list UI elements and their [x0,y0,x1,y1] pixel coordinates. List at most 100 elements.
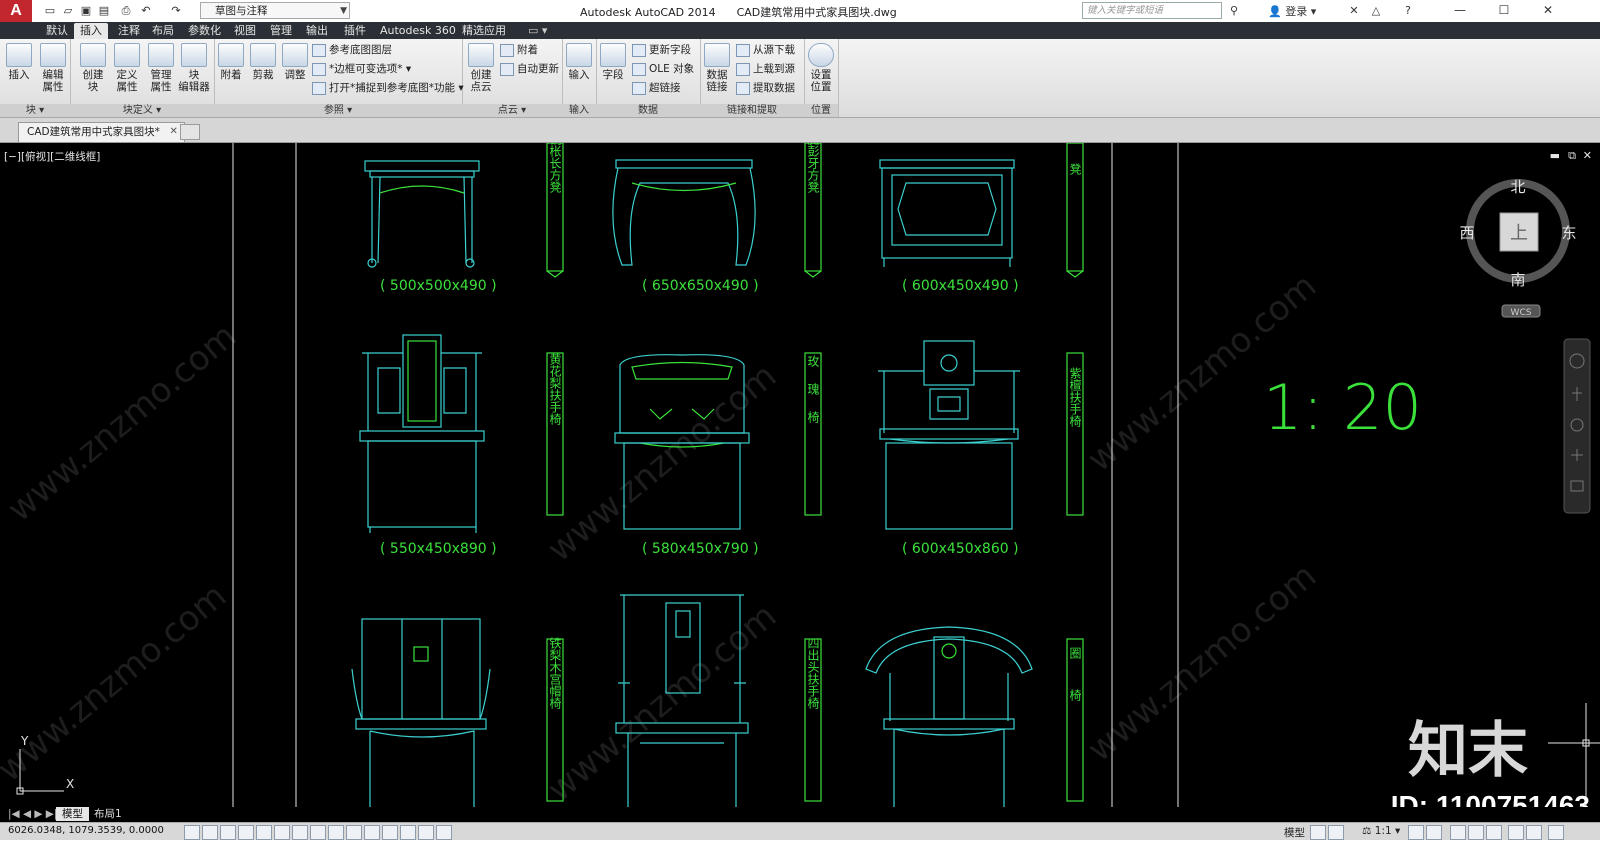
quick-properties-icon[interactable] [400,825,416,840]
help-icon[interactable]: ? [1400,3,1416,19]
tab-annotate[interactable]: 注释 [112,23,146,39]
field-button[interactable]: 字段 [598,43,628,81]
edit-attribute-button[interactable]: 编辑 属性 [38,43,68,93]
tab-manage[interactable]: 管理 [264,23,298,39]
application-menu-button[interactable]: A [0,0,32,22]
object-snap-icon[interactable] [274,825,290,840]
new-file-icon[interactable]: ▭ [42,3,58,19]
panel-title-block-definition[interactable]: 块定义 ▾ [70,104,214,117]
grid-display-icon[interactable] [220,825,236,840]
insert-block-button[interactable]: 插入 [4,43,34,81]
document-tab[interactable]: CAD建筑常用中式家具图块* ✕ [18,122,185,142]
tab-autodesk360[interactable]: Autodesk 360 [374,23,462,39]
object-snap-tracking-icon[interactable] [310,825,326,840]
layout-nav-icons[interactable]: |◀ ◀ ▶ ▶| [2,807,63,821]
ortho-mode-icon[interactable] [238,825,254,840]
adjust-button[interactable]: 调整 [280,43,310,81]
quick-view-drawings-icon[interactable] [1328,825,1344,840]
transparency-icon[interactable] [382,825,398,840]
compass-south[interactable]: 南 [1510,271,1525,289]
define-attribute-button[interactable]: 定义 属性 [112,43,142,93]
dynamic-input-icon[interactable] [346,825,362,840]
set-location-button[interactable]: 设置 位置 [806,43,836,93]
3d-object-snap-icon[interactable] [292,825,308,840]
annotation-visibility-icon[interactable] [1408,825,1424,840]
workspace-select[interactable]: 草图与注释 ▼ [200,2,350,19]
compass-north[interactable]: 北 [1510,178,1525,196]
tab-plugins[interactable]: 插件 [338,23,372,39]
tab-layout1[interactable]: 布局1 [88,807,128,821]
frame-vary-dropdown[interactable]: *边框可变选项* ▾ [312,60,411,78]
new-tab-button[interactable] [180,124,200,140]
panel-title-pointcloud[interactable]: 点云 ▾ [462,104,562,117]
status-menu-icon[interactable] [1526,825,1542,840]
download-from-source-button[interactable]: 从源下载 [736,41,795,59]
data-link-button[interactable]: 数据 链接 [702,43,732,93]
pointcloud-attach-button[interactable]: 附着 [500,41,538,59]
manage-attribute-button[interactable]: 管理 属性 [146,43,176,93]
extract-data-button[interactable]: 提取数据 [736,79,795,97]
coordinate-readout[interactable]: 6026.0348, 1079.3539, 0.0000 [8,825,164,836]
a360-icon[interactable]: △ [1368,3,1384,19]
lineweight-icon[interactable] [364,825,380,840]
lock-ui-icon[interactable] [1468,825,1484,840]
create-block-button[interactable]: 创建 块 [78,43,108,93]
panel-title-block[interactable]: 块 ▾ [0,104,70,117]
tab-insert[interactable]: 插入 [74,23,108,39]
hyperlink-button[interactable]: 超链接 [632,79,681,97]
snap-underlay-dropdown[interactable]: 打开*捕捉到参考底图*功能 ▾ [312,79,464,97]
compass-east[interactable]: 东 [1561,224,1576,242]
model-space-button[interactable]: 模型 [1284,825,1305,840]
snap-mode-icon[interactable] [202,825,218,840]
maximize-button[interactable]: ☐ [1484,1,1524,21]
close-icon[interactable]: ✕ [169,123,177,141]
viewcube[interactable]: 上 北 南 西 东 WCS [1459,178,1576,318]
undo-icon[interactable]: ↶ [138,3,154,19]
auto-update-button[interactable]: 自动更新 [500,60,559,78]
login-button[interactable]: 👤 登录 ▾ [1268,3,1316,19]
close-button[interactable]: ✕ [1528,1,1568,21]
block-editor-button[interactable]: 块 编辑器 [176,43,212,93]
tab-layout[interactable]: 布局 [146,23,180,39]
clip-button[interactable]: 剪裁 [248,43,278,81]
tab-model[interactable]: 模型 [56,807,89,821]
isolate-objects-icon[interactable] [1508,825,1524,840]
save-icon[interactable]: ▣ [78,3,94,19]
tab-view[interactable]: 视图 [228,23,262,39]
clean-screen-icon[interactable] [1548,825,1564,840]
quick-view-layouts-icon[interactable] [1310,825,1326,840]
selection-cycling-icon[interactable] [418,825,434,840]
navigation-bar[interactable] [1563,338,1591,514]
auto-scale-icon[interactable] [1426,825,1442,840]
annotation-monitor-icon[interactable] [436,825,452,840]
workspace-switching-icon[interactable] [1450,825,1466,840]
redo-icon[interactable]: ↷ [168,3,184,19]
print-icon[interactable]: ⎙ [118,3,134,19]
save-as-icon[interactable]: ▤ [96,3,112,19]
panel-title-reference[interactable]: 参照 ▾ [214,104,462,117]
exchange-icon[interactable]: ✕ [1346,3,1362,19]
drawing-canvas[interactable]: [−][俯视][二维线框] ▬ ⧉ ✕ www.znzmo.com www.zn… [0,143,1600,807]
tab-parametric[interactable]: 参数化 [182,23,227,39]
polar-tracking-icon[interactable] [256,825,272,840]
dynamic-ucs-icon[interactable] [328,825,344,840]
compass-west[interactable]: 西 [1459,224,1474,242]
import-button[interactable]: 输入 [564,43,594,81]
tab-default[interactable]: 默认 [40,23,74,39]
open-file-icon[interactable]: ▱ [60,3,76,19]
search-icon[interactable]: ⚲ [1226,3,1242,19]
update-fields-button[interactable]: 更新字段 [632,41,691,59]
infer-constraints-icon[interactable] [184,825,200,840]
ribbon-options-icon[interactable]: ▭ ▾ [522,23,553,39]
underlay-layers-button[interactable]: 参考底图图层 [312,41,392,59]
ole-object-button[interactable]: OLE 对象 [632,60,694,78]
annotation-scale[interactable]: ⚖ 1:1 ▾ [1362,825,1400,837]
attach-button[interactable]: 附着 [216,43,246,81]
create-pointcloud-button[interactable]: 创建 点云 [466,43,496,93]
minimize-button[interactable]: — [1440,1,1480,21]
upload-to-source-button[interactable]: 上载到源 [736,60,795,78]
hardware-acceleration-icon[interactable] [1486,825,1502,840]
tab-output[interactable]: 输出 [300,23,334,39]
search-input[interactable]: 键入关键字或短语 [1082,2,1222,19]
tab-featured-apps[interactable]: 精选应用 [456,23,512,39]
